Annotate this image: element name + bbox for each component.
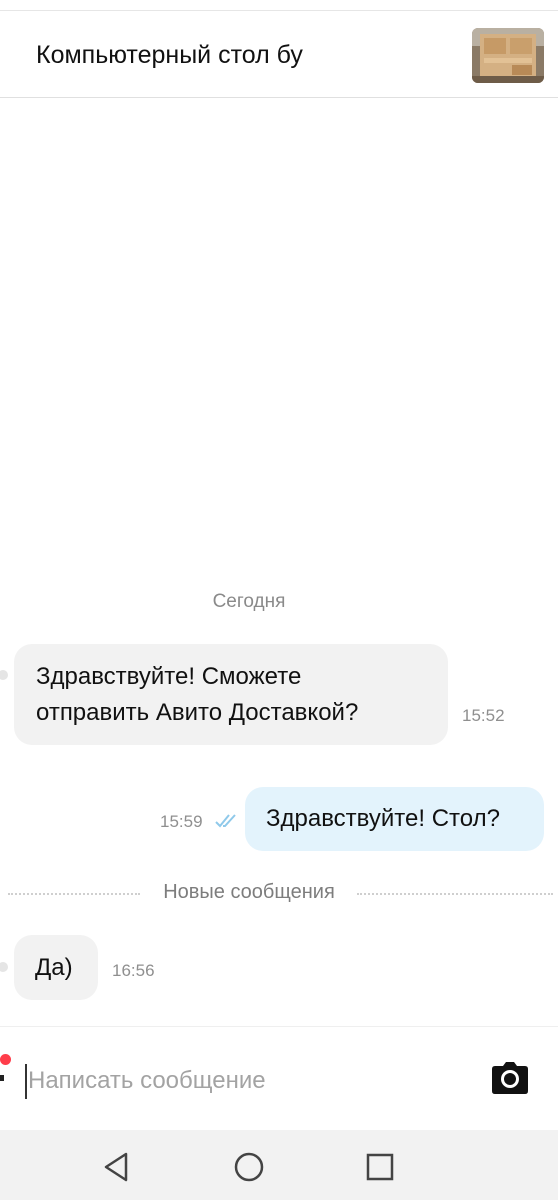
message-composer: [0, 1026, 558, 1131]
attach-icon[interactable]: [0, 1075, 4, 1081]
item-thumbnail[interactable]: [472, 28, 544, 83]
date-separator: Сегодня: [212, 591, 286, 612]
camera-icon[interactable]: [491, 1059, 529, 1097]
message-bubble-incoming[interactable]: Здравствуйте! Сможете отправить Авито До…: [14, 644, 448, 745]
message-text-line: Здравствуйте! Сможете: [36, 663, 302, 690]
new-messages-separator: Новые сообщения: [0, 880, 558, 910]
sender-avatar: [0, 962, 8, 972]
system-nav-bar: [0, 1130, 558, 1200]
message-text-line: Здравствуйте! Стол?: [266, 805, 500, 832]
notification-dot: [0, 1054, 11, 1065]
message-text-line: Да): [35, 954, 73, 981]
home-icon[interactable]: [232, 1150, 266, 1184]
sender-avatar: [0, 670, 8, 680]
message-text-line: отправить Авито Доставкой?: [36, 699, 359, 726]
separator-line: [357, 893, 553, 895]
desk-photo-icon: [472, 28, 544, 83]
message-time: 15:59: [160, 812, 203, 831]
message-input[interactable]: [24, 1061, 468, 1101]
recents-icon[interactable]: [363, 1150, 397, 1184]
message-time: 16:56: [112, 961, 155, 980]
back-icon[interactable]: [100, 1150, 134, 1184]
chat-header: Компьютерный стол бу: [0, 10, 558, 98]
item-title[interactable]: Компьютерный стол бу: [36, 41, 303, 70]
message-bubble-incoming[interactable]: Да): [14, 935, 98, 1000]
text-caret: [25, 1064, 27, 1099]
double-check-icon: [215, 814, 236, 828]
message-bubble-outgoing[interactable]: Здравствуйте! Стол?: [245, 787, 544, 851]
message-time: 15:52: [462, 706, 505, 725]
